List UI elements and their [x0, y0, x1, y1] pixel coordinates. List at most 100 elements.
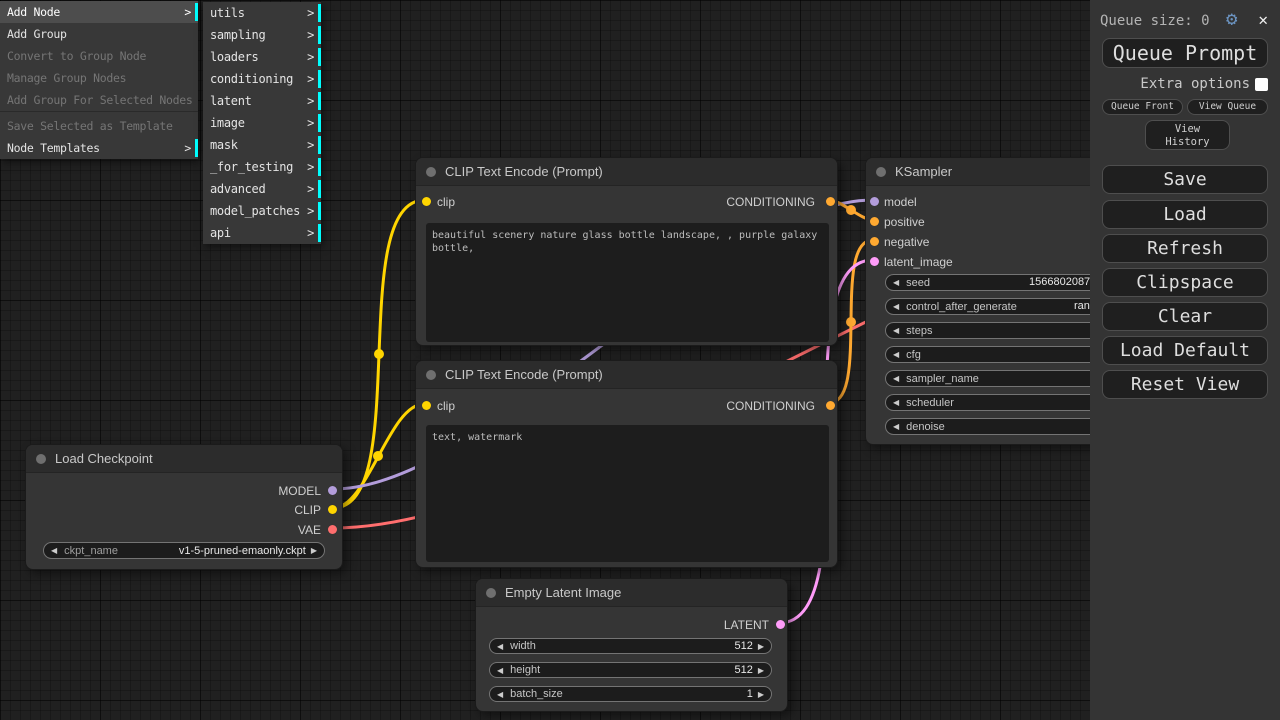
widget-label: denoise: [906, 421, 945, 433]
decrement-arrow-icon[interactable]: ◀: [893, 322, 899, 339]
menu-item-add-node[interactable]: Add Node >: [0, 1, 198, 23]
collapse-dot-icon[interactable]: [486, 588, 496, 598]
link-midpoint-dot[interactable]: [846, 317, 856, 327]
input-slot-positive[interactable]: [870, 217, 879, 226]
reset-view-button[interactable]: Reset View: [1102, 370, 1268, 399]
output-label: CLIP: [294, 503, 321, 517]
extra-options-checkbox[interactable]: [1255, 78, 1268, 91]
collapse-dot-icon[interactable]: [426, 167, 436, 177]
view-history-button[interactable]: View History: [1145, 120, 1230, 150]
decrement-arrow-icon[interactable]: ◀: [893, 346, 899, 363]
decrement-arrow-icon[interactable]: ◀: [893, 370, 899, 387]
menu-item-label: Add Group For Selected Nodes: [7, 93, 192, 107]
output-label: LATENT: [724, 618, 769, 632]
submenu-item-advanced[interactable]: advanced >: [203, 178, 321, 200]
input-label: latent_image: [884, 255, 953, 269]
node-clip-text-encode-positive[interactable]: CLIP Text Encode (Prompt) clip CONDITION…: [415, 157, 838, 346]
menu-item-label: conditioning: [210, 72, 293, 86]
node-clip-text-encode-negative[interactable]: CLIP Text Encode (Prompt) clip CONDITION…: [415, 360, 838, 568]
prompt-textarea[interactable]: beautiful scenery nature glass bottle la…: [426, 223, 829, 342]
node-title-bar[interactable]: CLIP Text Encode (Prompt): [416, 361, 837, 389]
decrement-arrow-icon[interactable]: ◀: [893, 418, 899, 435]
queue-header: Queue size: 0 ⚙ ✕: [1100, 10, 1270, 32]
output-slot-latent[interactable]: [776, 620, 785, 629]
clear-button[interactable]: Clear: [1102, 302, 1268, 331]
link-midpoint-dot[interactable]: [846, 205, 856, 215]
settings-gear-icon[interactable]: ⚙: [1226, 8, 1237, 30]
input-slot-latent-image[interactable]: [870, 257, 879, 266]
increment-arrow-icon[interactable]: ▶: [758, 638, 764, 655]
submenu-item-model-patches[interactable]: model_patches >: [203, 200, 321, 222]
widget-label: width: [510, 640, 536, 652]
prompt-textarea[interactable]: text, watermark: [426, 425, 829, 562]
collapse-dot-icon[interactable]: [876, 167, 886, 177]
submenu-item-image[interactable]: image >: [203, 112, 321, 134]
decrement-arrow-icon[interactable]: ◀: [893, 394, 899, 411]
output-slot-vae[interactable]: [328, 525, 337, 534]
submenu-item-for-testing[interactable]: _for_testing >: [203, 156, 321, 178]
view-queue-button[interactable]: View Queue: [1187, 99, 1268, 115]
comfyui-app: CLIP Text Encode (Prompt) clip CONDITION…: [0, 0, 1280, 720]
load-button[interactable]: Load: [1102, 200, 1268, 229]
widget-width[interactable]: ◀ width 512 ▶: [489, 638, 772, 654]
submenu-item-latent[interactable]: latent >: [203, 90, 321, 112]
submenu-item-api[interactable]: api >: [203, 222, 321, 244]
widget-batch-size[interactable]: ◀ batch_size 1 ▶: [489, 686, 772, 702]
widget-height[interactable]: ◀ height 512 ▶: [489, 662, 772, 678]
decrement-arrow-icon[interactable]: ◀: [893, 274, 899, 291]
input-slot-clip[interactable]: [422, 401, 431, 410]
collapse-dot-icon[interactable]: [36, 454, 46, 464]
submenu-item-utils[interactable]: utils >: [203, 2, 321, 24]
decrement-arrow-icon[interactable]: ◀: [893, 298, 899, 315]
menu-item-node-templates[interactable]: Node Templates >: [0, 137, 198, 159]
decrement-arrow-icon[interactable]: ◀: [51, 542, 57, 559]
extra-options-label: Extra options: [1140, 76, 1250, 92]
decrement-arrow-icon[interactable]: ◀: [497, 638, 503, 655]
submenu-arrow-icon: >: [307, 46, 314, 68]
node-title-bar[interactable]: Empty Latent Image: [476, 579, 787, 607]
node-load-checkpoint[interactable]: Load Checkpoint MODEL CLIP VAE ◀ ckpt_na…: [25, 444, 343, 570]
submenu-item-conditioning[interactable]: conditioning >: [203, 68, 321, 90]
submenu-item-mask[interactable]: mask >: [203, 134, 321, 156]
node-empty-latent-image[interactable]: Empty Latent Image LATENT ◀ width 512 ▶ …: [475, 578, 788, 712]
output-slot-conditioning[interactable]: [826, 401, 835, 410]
input-slot-model[interactable]: [870, 197, 879, 206]
decrement-arrow-icon[interactable]: ◀: [497, 686, 503, 703]
output-slot-conditioning[interactable]: [826, 197, 835, 206]
node-title-bar[interactable]: Load Checkpoint: [26, 445, 342, 473]
input-slot-clip[interactable]: [422, 197, 431, 206]
node-title-bar[interactable]: CLIP Text Encode (Prompt): [416, 158, 837, 186]
clipspace-button[interactable]: Clipspace: [1102, 268, 1268, 297]
increment-arrow-icon[interactable]: ▶: [758, 686, 764, 703]
load-default-button[interactable]: Load Default: [1102, 336, 1268, 365]
queue-front-button[interactable]: Queue Front: [1102, 99, 1183, 115]
widget-ckpt-name[interactable]: ◀ ckpt_name v1-5-pruned-emaonly.ckpt ▶: [43, 542, 325, 559]
close-icon[interactable]: ✕: [1258, 10, 1268, 29]
menu-item-label: _for_testing: [210, 160, 293, 174]
increment-arrow-icon[interactable]: ▶: [311, 542, 317, 559]
increment-arrow-icon[interactable]: ▶: [758, 662, 764, 679]
widget-label: cfg: [906, 349, 921, 361]
node-title: Load Checkpoint: [55, 445, 153, 473]
submenu-arrow-icon: >: [307, 200, 314, 222]
add-node-submenu: utils > sampling > loaders > conditionin…: [203, 2, 321, 244]
save-button[interactable]: Save: [1102, 165, 1268, 194]
submenu-item-loaders[interactable]: loaders >: [203, 46, 321, 68]
menu-item-manage-group-nodes: Manage Group Nodes: [0, 67, 198, 89]
link-midpoint-dot[interactable]: [374, 349, 384, 359]
menu-item-label: sampling: [210, 28, 265, 42]
submenu-arrow-icon: >: [184, 1, 191, 23]
input-slot-negative[interactable]: [870, 237, 879, 246]
queue-prompt-button[interactable]: Queue Prompt: [1102, 38, 1268, 68]
widget-label: steps: [906, 325, 932, 337]
widget-value: 1: [747, 688, 758, 700]
menu-item-label: Node Templates: [7, 141, 100, 155]
output-slot-model[interactable]: [328, 486, 337, 495]
decrement-arrow-icon[interactable]: ◀: [497, 662, 503, 679]
output-slot-clip[interactable]: [328, 505, 337, 514]
submenu-item-sampling[interactable]: sampling >: [203, 24, 321, 46]
refresh-button[interactable]: Refresh: [1102, 234, 1268, 263]
link-midpoint-dot[interactable]: [373, 451, 383, 461]
collapse-dot-icon[interactable]: [426, 370, 436, 380]
menu-item-add-group[interactable]: Add Group: [0, 23, 198, 45]
